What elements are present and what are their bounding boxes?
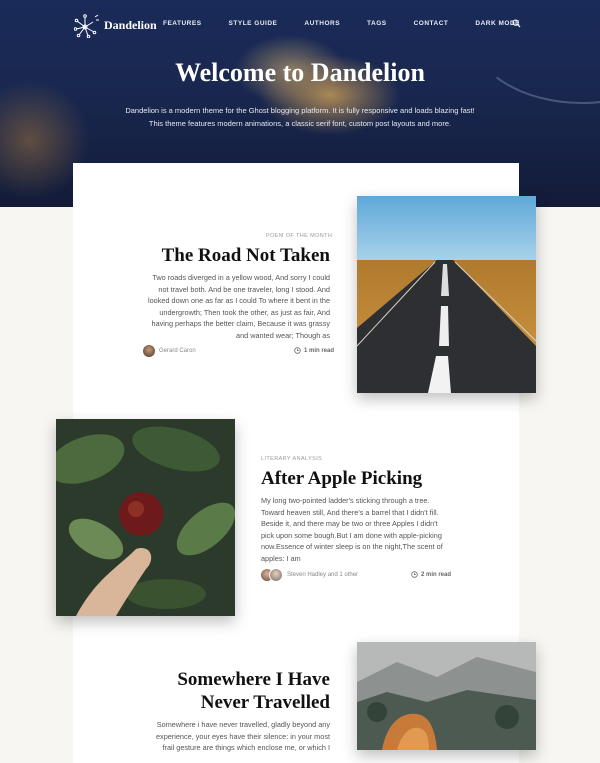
- avatar[interactable]: [143, 345, 155, 357]
- author-name[interactable]: Steven Hadley and 1 other: [287, 572, 358, 578]
- hero-title: Welcome to Dandelion: [175, 58, 425, 87]
- hero-description: Dandelion is a modern theme for the Ghos…: [125, 106, 475, 128]
- mountain-photo: [357, 642, 536, 750]
- post-image-road[interactable]: [357, 196, 536, 393]
- post-image-mountain[interactable]: [357, 642, 536, 750]
- post-excerpt: Two roads diverged in a yellow wood, And…: [148, 273, 330, 340]
- post-image-apple[interactable]: [56, 419, 235, 616]
- road-photo: [357, 196, 536, 393]
- top-nav: Dandelion FEATURES STYLE GUIDE AUTHORS T…: [0, 12, 600, 38]
- avatar[interactable]: [269, 568, 283, 582]
- post-excerpt: Somewhere i have never travelled, gladly…: [156, 720, 330, 752]
- nav-tags[interactable]: TAGS: [367, 20, 387, 27]
- nav-contact[interactable]: CONTACT: [414, 20, 449, 27]
- post-title[interactable]: The Road Not Taken: [140, 244, 330, 267]
- post-title[interactable]: After Apple Picking: [261, 467, 461, 490]
- read-time: 2 min read: [411, 571, 451, 578]
- author-name[interactable]: Gerard Caron: [159, 348, 196, 354]
- read-time-label: 1 min read: [304, 347, 335, 354]
- post-author[interactable]: Steven Hadley and 1 other: [260, 568, 358, 582]
- read-time: 1 min read: [294, 347, 334, 354]
- post-tag[interactable]: POEM OF THE MONTH: [266, 233, 332, 239]
- clock-icon: [411, 571, 418, 578]
- apple-photo: [56, 419, 235, 616]
- post-author[interactable]: Gerard Caron: [143, 345, 196, 357]
- nav-features[interactable]: FEATURES: [163, 20, 202, 27]
- read-time-label: 2 min read: [421, 571, 452, 578]
- post-tag[interactable]: LITERARY ANALYSIS: [261, 456, 322, 462]
- clock-icon: [294, 347, 301, 354]
- nav-style-guide[interactable]: STYLE GUIDE: [229, 20, 278, 27]
- search-icon[interactable]: [512, 19, 521, 28]
- avatar-group[interactable]: [260, 568, 283, 582]
- dandelion-logo-icon: [74, 14, 99, 38]
- post-title[interactable]: Somewhere I Have Never Travelled: [150, 668, 330, 714]
- post-excerpt: My long two-pointed ladder's sticking th…: [261, 496, 443, 563]
- nav-authors[interactable]: AUTHORS: [304, 20, 340, 27]
